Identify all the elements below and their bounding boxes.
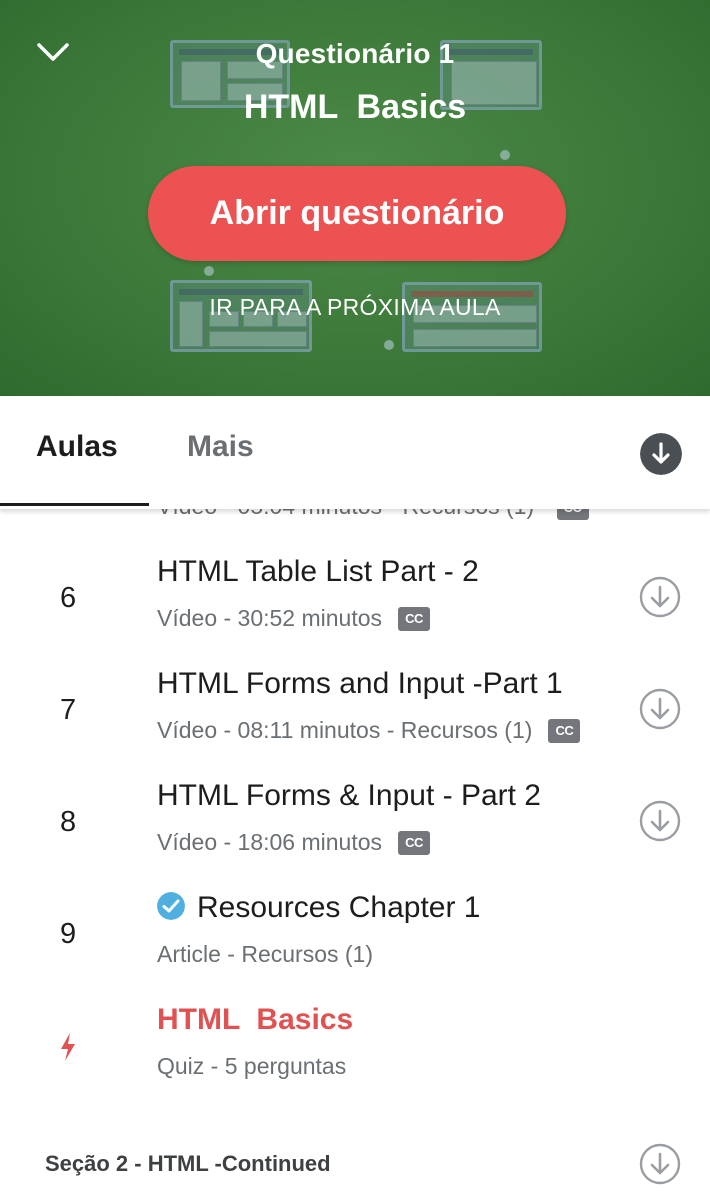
next-lecture-link[interactable]: IR PARA A PRÓXIMA AULA: [0, 294, 710, 321]
quiz-meta-text: Quiz - 5 perguntas: [157, 1053, 347, 1079]
tab-bar: Aulas Mais: [0, 396, 710, 509]
download-circle-icon[interactable]: [638, 799, 682, 843]
decorative-dot: [384, 340, 394, 350]
download-circle-icon[interactable]: [638, 575, 682, 619]
section-title: Seção 2 - HTML -Continued: [45, 1151, 331, 1176]
lecture-list: Vídeo - 05:04 minutos - Recursos (1) CC …: [0, 509, 710, 1194]
active-tab-indicator: [0, 503, 149, 506]
cc-icon: CC: [548, 718, 581, 743]
lecture-number: 9: [60, 918, 77, 950]
lecture-meta-text: Vídeo - 18:06 minutos: [157, 829, 383, 855]
decorative-dot: [204, 266, 214, 276]
lecture-number: 6: [60, 582, 77, 614]
open-quiz-button[interactable]: Abrir questionário: [148, 166, 566, 261]
download-icon[interactable]: [640, 433, 682, 475]
lecture-title: HTML Basics: [243, 88, 467, 126]
list-item[interactable]: 6 HTML Table List Part - 2 Vídeo - 30:52…: [0, 549, 710, 661]
lecture-title: HTML Forms and Input -Part 1: [157, 667, 563, 700]
download-circle-icon[interactable]: [638, 1142, 682, 1186]
list-item-meta: Vídeo - 05:04 minutos - Recursos (1) CC: [157, 509, 589, 520]
tab-aulas[interactable]: Aulas: [36, 430, 118, 464]
lecture-title: Resources Chapter 1: [197, 891, 481, 924]
lecture-number: 8: [60, 806, 77, 838]
lecture-meta-text: Article - Recursos (1): [157, 941, 373, 967]
lecture-number: 7: [60, 694, 77, 726]
check-circle-icon: [157, 892, 185, 921]
download-circle-icon[interactable]: [638, 687, 682, 731]
lightning-icon: [61, 1033, 75, 1061]
decorative-dot: [500, 150, 510, 160]
lecture-title: HTML Table List Part - 2: [157, 555, 479, 588]
quiz-item[interactable]: HTML Basics Quiz - 5 perguntas: [0, 997, 710, 1109]
lecture-header: Questionário 1 HTML Basics Abrir questio…: [0, 0, 710, 396]
list-item[interactable]: 9 Resources Chapter 1 Article - Recursos…: [0, 885, 710, 997]
cc-icon: CC: [556, 509, 589, 520]
lecture-meta: Vídeo - 08:11 minutos - Recursos (1) CC: [157, 717, 581, 744]
clipped-meta-text: Vídeo - 05:04 minutos - Recursos (1): [157, 509, 534, 519]
lecture-meta: Vídeo - 18:06 minutos CC: [157, 829, 431, 856]
list-item[interactable]: 8 HTML Forms & Input - Part 2 Vídeo - 18…: [0, 773, 710, 885]
lecture-meta: Vídeo - 30:52 minutos CC: [157, 605, 431, 632]
lecture-meta: Article - Recursos (1): [157, 941, 373, 968]
quiz-title: HTML Basics: [157, 1003, 354, 1036]
lecture-title-wrap: Resources Chapter 1: [157, 891, 480, 925]
cc-icon: CC: [398, 606, 431, 631]
section-header[interactable]: Seção 2 - HTML -Continued: [0, 1125, 710, 1194]
lecture-title: HTML Forms & Input - Part 2: [157, 779, 541, 812]
lecture-meta-text: Vídeo - 08:11 minutos - Recursos (1): [157, 717, 533, 743]
quiz-meta: Quiz - 5 perguntas: [157, 1053, 346, 1080]
tab-mais[interactable]: Mais: [187, 430, 254, 464]
lecture-meta-text: Vídeo - 30:52 minutos: [157, 605, 383, 631]
cc-icon: CC: [398, 830, 431, 855]
quiz-subtitle: Questionário 1: [255, 38, 455, 69]
list-item[interactable]: 7 HTML Forms and Input -Part 1 Vídeo - 0…: [0, 661, 710, 773]
